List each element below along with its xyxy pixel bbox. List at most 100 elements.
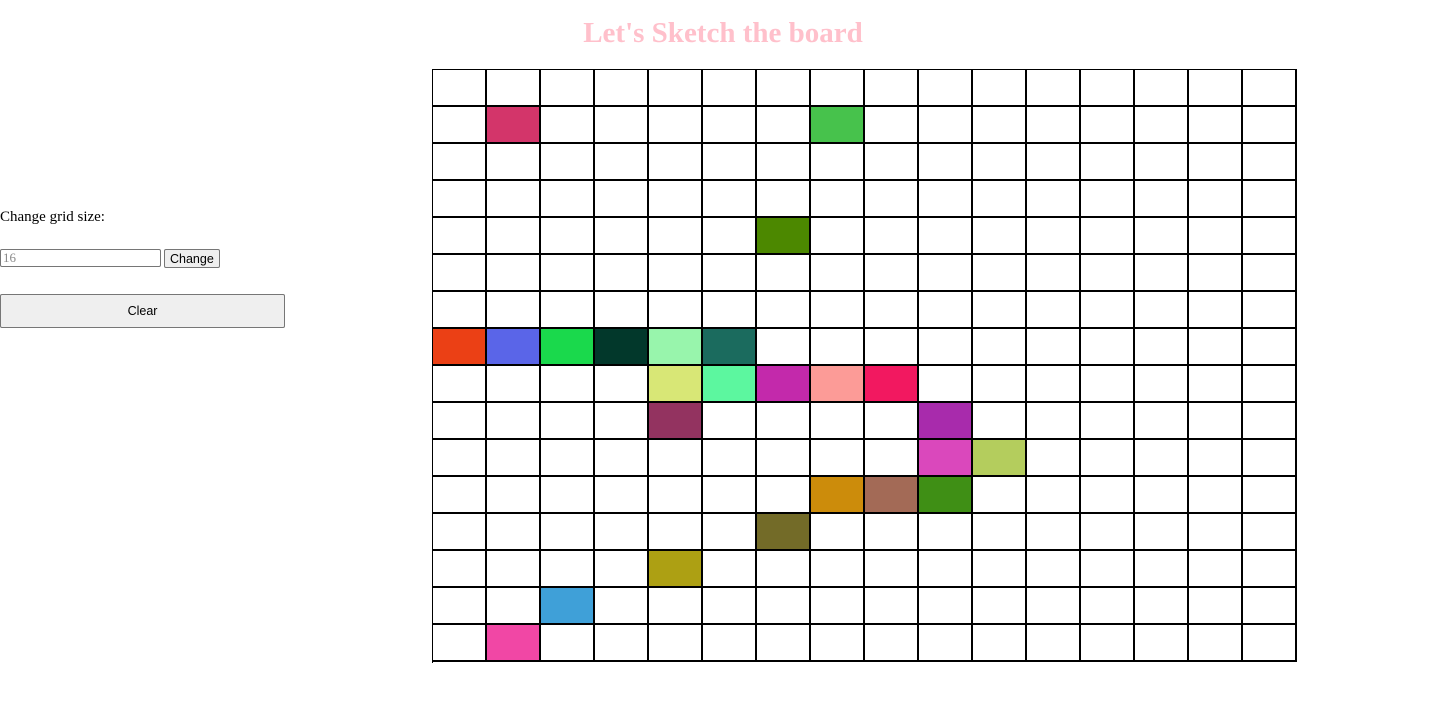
grid-cell[interactable] <box>757 144 811 181</box>
grid-cell[interactable] <box>973 588 1027 625</box>
grid-cell[interactable] <box>1243 292 1297 329</box>
grid-cell[interactable] <box>1243 218 1297 255</box>
grid-cell[interactable] <box>865 181 919 218</box>
grid-cell[interactable] <box>973 514 1027 551</box>
grid-cell[interactable] <box>1081 551 1135 588</box>
grid-cell[interactable] <box>541 440 595 477</box>
grid-cell[interactable] <box>1027 255 1081 292</box>
grid-cell[interactable] <box>703 255 757 292</box>
grid-cell[interactable] <box>649 440 703 477</box>
grid-cell[interactable] <box>757 551 811 588</box>
grid-cell[interactable] <box>865 514 919 551</box>
grid-cell[interactable] <box>1189 477 1243 514</box>
grid-cell[interactable] <box>649 107 703 144</box>
grid-cell[interactable] <box>919 514 973 551</box>
grid-cell[interactable] <box>1027 514 1081 551</box>
grid-cell[interactable] <box>595 144 649 181</box>
grid-cell[interactable] <box>973 70 1027 107</box>
grid-cell[interactable] <box>1081 477 1135 514</box>
grid-cell[interactable] <box>541 625 595 662</box>
grid-cell[interactable] <box>1027 181 1081 218</box>
grid-cell[interactable] <box>433 218 487 255</box>
grid-cell[interactable] <box>1027 144 1081 181</box>
grid-cell[interactable] <box>703 625 757 662</box>
grid-cell[interactable] <box>1243 255 1297 292</box>
grid-cell[interactable] <box>865 625 919 662</box>
grid-cell[interactable] <box>1243 70 1297 107</box>
grid-cell[interactable] <box>433 107 487 144</box>
grid-cell[interactable] <box>487 514 541 551</box>
clear-button[interactable]: Clear <box>0 294 285 328</box>
grid-cell[interactable] <box>1081 181 1135 218</box>
grid-cell[interactable] <box>703 514 757 551</box>
grid-cell[interactable] <box>433 588 487 625</box>
grid-cell[interactable] <box>1027 403 1081 440</box>
change-button[interactable]: Change <box>164 249 220 268</box>
grid-cell[interactable] <box>919 440 973 477</box>
grid-cell[interactable] <box>1189 588 1243 625</box>
grid-cell[interactable] <box>649 366 703 403</box>
grid-cell[interactable] <box>1081 144 1135 181</box>
grid-cell[interactable] <box>487 70 541 107</box>
grid-cell[interactable] <box>973 255 1027 292</box>
grid-cell[interactable] <box>865 70 919 107</box>
grid-cell[interactable] <box>703 144 757 181</box>
grid-cell[interactable] <box>919 255 973 292</box>
grid-cell[interactable] <box>595 107 649 144</box>
grid-cell[interactable] <box>487 403 541 440</box>
grid-cell[interactable] <box>811 366 865 403</box>
grid-cell[interactable] <box>595 218 649 255</box>
grid-cell[interactable] <box>1135 440 1189 477</box>
grid-cell[interactable] <box>811 440 865 477</box>
grid-cell[interactable] <box>865 144 919 181</box>
grid-cell[interactable] <box>865 477 919 514</box>
grid-cell[interactable] <box>1189 144 1243 181</box>
grid-cell[interactable] <box>433 255 487 292</box>
grid-cell[interactable] <box>1135 181 1189 218</box>
grid-cell[interactable] <box>919 625 973 662</box>
grid-cell[interactable] <box>649 625 703 662</box>
grid-cell[interactable] <box>865 403 919 440</box>
grid-cell[interactable] <box>1243 514 1297 551</box>
grid-cell[interactable] <box>649 181 703 218</box>
grid-cell[interactable] <box>433 477 487 514</box>
grid-cell[interactable] <box>757 70 811 107</box>
grid-cell[interactable] <box>757 181 811 218</box>
grid-cell[interactable] <box>595 70 649 107</box>
grid-cell[interactable] <box>757 440 811 477</box>
grid-cell[interactable] <box>757 514 811 551</box>
grid-cell[interactable] <box>433 440 487 477</box>
grid-cell[interactable] <box>487 107 541 144</box>
grid-cell[interactable] <box>811 292 865 329</box>
grid-cell[interactable] <box>757 292 811 329</box>
grid-cell[interactable] <box>919 366 973 403</box>
grid-cell[interactable] <box>973 477 1027 514</box>
grid-cell[interactable] <box>541 70 595 107</box>
grid-cell[interactable] <box>1081 588 1135 625</box>
grid-cell[interactable] <box>1135 366 1189 403</box>
grid-cell[interactable] <box>1243 107 1297 144</box>
grid-cell[interactable] <box>973 181 1027 218</box>
grid-cell[interactable] <box>1243 144 1297 181</box>
grid-cell[interactable] <box>1081 70 1135 107</box>
grid-cell[interactable] <box>919 292 973 329</box>
grid-cell[interactable] <box>487 588 541 625</box>
grid-cell[interactable] <box>595 366 649 403</box>
grid-cell[interactable] <box>541 255 595 292</box>
grid-cell[interactable] <box>1135 477 1189 514</box>
grid-cell[interactable] <box>1189 514 1243 551</box>
grid-cell[interactable] <box>973 366 1027 403</box>
grid-cell[interactable] <box>757 366 811 403</box>
grid-cell[interactable] <box>649 403 703 440</box>
grid-cell[interactable] <box>1135 218 1189 255</box>
grid-cell[interactable] <box>595 255 649 292</box>
grid-cell[interactable] <box>541 292 595 329</box>
grid-cell[interactable] <box>757 255 811 292</box>
grid-cell[interactable] <box>541 329 595 366</box>
grid-cell[interactable] <box>1243 329 1297 366</box>
grid-cell[interactable] <box>703 181 757 218</box>
grid-cell[interactable] <box>865 107 919 144</box>
grid-cell[interactable] <box>1081 366 1135 403</box>
grid-cell[interactable] <box>811 329 865 366</box>
grid-cell[interactable] <box>541 514 595 551</box>
